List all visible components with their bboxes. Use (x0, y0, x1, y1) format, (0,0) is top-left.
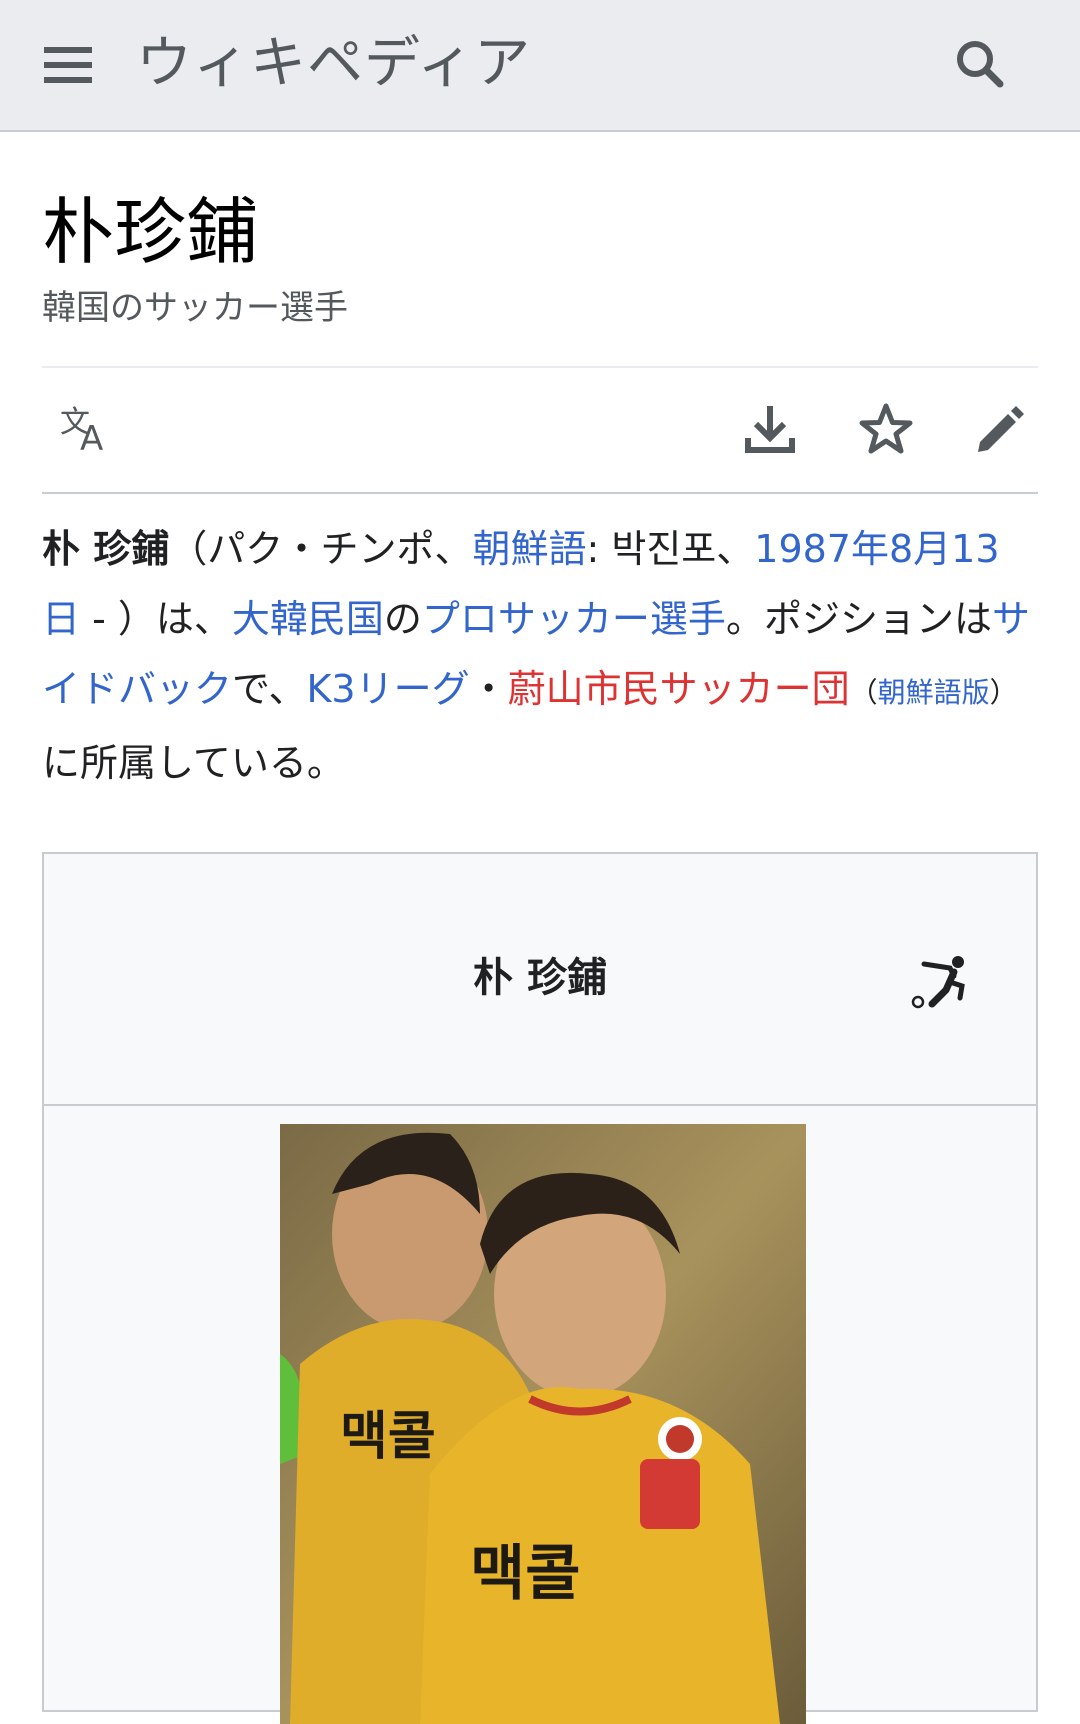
player-photo[interactable]: 맥콜 맥콜 (280, 1124, 806, 1724)
svg-text:맥콜: 맥콜 (340, 1407, 436, 1467)
link-korean-edition[interactable]: 朝鮮語版 (878, 676, 990, 709)
lead-text: 。ポジションは (725, 597, 992, 641)
download-icon[interactable] (738, 398, 802, 462)
lead-text: に所属している。 (42, 741, 345, 785)
star-icon[interactable] (854, 398, 918, 462)
wikipedia-wordmark[interactable]: ウィキペディア (136, 26, 531, 102)
infobox: 朴 珍鋪 맥콜 맥콜 (42, 852, 1038, 1724)
hamburger-menu-icon[interactable] (30, 32, 106, 98)
pencil-icon[interactable] (968, 398, 1032, 462)
lead-paragraph: 朴 珍鋪（パク・チンポ、朝鮮語: 박진포、1987年8月13日 - ）は、大韓民… (42, 514, 1032, 798)
lead-text: ・ (469, 667, 508, 711)
search-icon[interactable] (944, 30, 1016, 102)
lead-text: ） (989, 676, 1018, 709)
svg-text:A: A (80, 419, 103, 459)
football-player-icon (904, 946, 980, 1022)
page-title: 朴珍鋪 (42, 190, 259, 274)
link-league[interactable]: K3リーグ (307, 667, 470, 711)
page-description: 韓国のサッカー選手 (42, 288, 348, 328)
infobox-title: 朴 珍鋪 (473, 955, 607, 1001)
lead-text: : 박진포、 (586, 527, 755, 571)
svg-text:맥콜: 맥콜 (470, 1539, 580, 1609)
link-pro-footballer[interactable]: プロサッカー選手 (422, 597, 726, 641)
subject-name: 朴 珍鋪 (42, 527, 170, 571)
lead-text: （パク・チンポ、 (169, 527, 473, 571)
infobox-header: 朴 珍鋪 (44, 854, 1036, 1106)
link-club-redlink[interactable]: 蔚山市民サッカー団 (508, 667, 850, 711)
link-korean-language[interactable]: 朝鮮語 (472, 527, 586, 571)
page-actions-toolbar: 文 A (42, 366, 1038, 494)
link-country[interactable]: 大韓民国 (232, 597, 384, 641)
lead-text: の (383, 597, 422, 641)
top-header: ウィキペディア (0, 0, 1080, 132)
lead-text: （ (849, 676, 878, 709)
lead-text: で、 (232, 667, 307, 711)
language-icon[interactable]: 文 A (54, 398, 118, 462)
lead-text: - ）は、 (80, 597, 232, 641)
